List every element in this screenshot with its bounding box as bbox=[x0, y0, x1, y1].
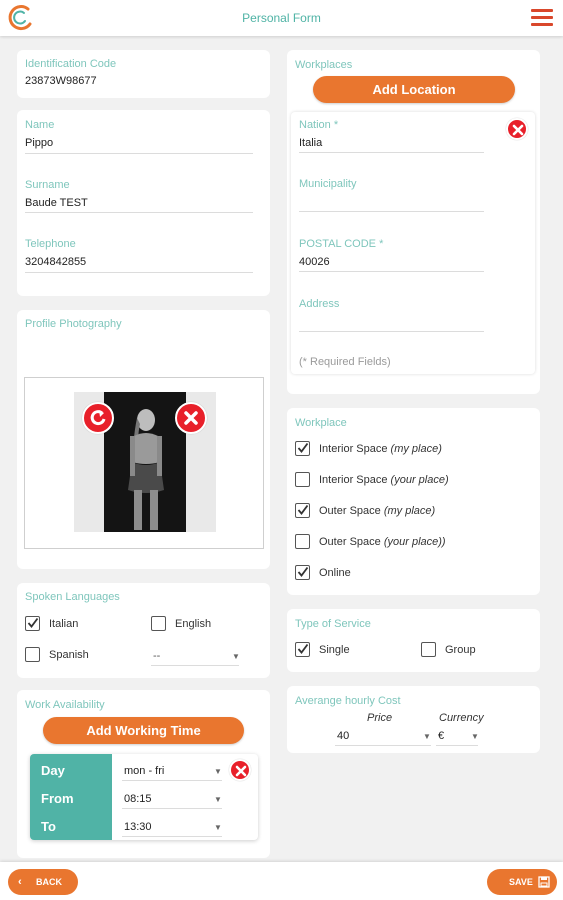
price-label: Price bbox=[367, 712, 393, 724]
from-select-arrow-icon: ▼ bbox=[214, 795, 222, 804]
surname-label: Surname bbox=[25, 179, 70, 191]
address-label: Address bbox=[299, 298, 340, 310]
single-label: Single bbox=[319, 644, 350, 656]
day-select[interactable]: mon - fri bbox=[124, 765, 164, 777]
outer-your-place-checkbox[interactable] bbox=[295, 534, 310, 549]
bottom-bar: ‹ BACK SAVE bbox=[0, 862, 563, 900]
postal-code-label: POSTAL CODE * bbox=[299, 238, 384, 250]
municipality-label: Municipality bbox=[299, 178, 357, 190]
profile-photo-image bbox=[104, 392, 186, 532]
add-location-button[interactable]: Add Location bbox=[313, 76, 515, 103]
to-label: To bbox=[41, 819, 56, 834]
currency-select[interactable]: € bbox=[438, 730, 444, 742]
currency-arrow-icon: ▼ bbox=[471, 732, 479, 741]
to-select-arrow-icon: ▼ bbox=[214, 823, 222, 832]
from-select[interactable]: 08:15 bbox=[124, 793, 152, 805]
top-bar: Personal Form bbox=[0, 0, 563, 36]
telephone-underline bbox=[25, 272, 253, 273]
spanish-checkbox[interactable] bbox=[25, 647, 40, 662]
remove-working-time-icon[interactable] bbox=[229, 759, 251, 781]
currency-label: Currency bbox=[439, 712, 484, 724]
to-select[interactable]: 13:30 bbox=[124, 821, 152, 833]
remove-location-icon[interactable] bbox=[506, 118, 528, 140]
interior-my-place-checkbox[interactable] bbox=[295, 441, 310, 456]
surname-underline bbox=[25, 212, 253, 213]
outer-my-place-label: Outer Space (my place) bbox=[319, 505, 436, 517]
surname-field[interactable]: Baude TEST bbox=[25, 197, 88, 209]
working-time-entry: Day From To mon - fri ▼ 08:15 ▼ 13:30 ▼ bbox=[30, 754, 258, 840]
price-field[interactable]: 40 bbox=[337, 730, 349, 742]
profile-photo-label: Profile Photography bbox=[25, 318, 122, 330]
spanish-label: Spanish bbox=[49, 649, 89, 661]
workplace-type-card: Workplace Interior Space (my place) Inte… bbox=[287, 408, 540, 595]
from-label: From bbox=[41, 791, 74, 806]
telephone-field[interactable]: 3204842855 bbox=[25, 256, 86, 268]
photo-frame bbox=[24, 377, 264, 549]
hourly-cost-card: Averange hourly Cost Price Currency 40 ▼… bbox=[287, 686, 540, 753]
profile-photo-card: Profile Photography bbox=[17, 310, 270, 569]
single-checkbox[interactable] bbox=[295, 642, 310, 657]
english-checkbox[interactable] bbox=[151, 616, 166, 631]
other-language-select[interactable]: -- bbox=[153, 650, 160, 662]
interior-your-place-checkbox[interactable] bbox=[295, 472, 310, 487]
remove-photo-icon[interactable] bbox=[175, 402, 207, 434]
personal-details-card: Name Pippo Surname Baude TEST Telephone … bbox=[17, 110, 270, 296]
save-label: SAVE bbox=[509, 877, 533, 887]
floppy-disk-icon bbox=[538, 876, 550, 890]
online-checkbox[interactable] bbox=[295, 565, 310, 580]
name-underline bbox=[25, 153, 253, 154]
group-checkbox[interactable] bbox=[421, 642, 436, 657]
hamburger-menu-icon[interactable] bbox=[531, 9, 553, 27]
name-label: Name bbox=[25, 119, 55, 131]
interior-my-place-label: Interior Space (my place) bbox=[319, 443, 442, 455]
type-of-service-card: Type of Service Single Group bbox=[287, 609, 540, 672]
spoken-languages-card: Spoken Languages Italian English Spanish… bbox=[17, 583, 270, 678]
postal-code-field[interactable]: 40026 bbox=[299, 256, 330, 268]
online-label: Online bbox=[319, 567, 351, 579]
back-chevron-icon: ‹ bbox=[18, 876, 22, 888]
identification-value: 23873W98677 bbox=[25, 75, 97, 87]
english-label: English bbox=[175, 618, 212, 630]
italian-checkbox[interactable] bbox=[25, 616, 40, 631]
add-working-time-button[interactable]: Add Working Time bbox=[43, 717, 244, 744]
name-field[interactable]: Pippo bbox=[25, 137, 53, 149]
identification-label: Identification Code bbox=[25, 58, 117, 70]
workplaces-card: Workplaces Add Location Nation * Italia … bbox=[287, 50, 540, 394]
workplaces-label: Workplaces bbox=[295, 59, 353, 71]
day-label: Day bbox=[41, 763, 65, 778]
back-button[interactable]: ‹ BACK bbox=[8, 869, 78, 895]
required-fields-note: (* Required Fields) bbox=[299, 356, 391, 368]
nation-field[interactable]: Italia bbox=[299, 137, 322, 149]
type-of-service-label: Type of Service bbox=[295, 618, 371, 630]
save-button[interactable]: SAVE bbox=[487, 869, 557, 895]
italian-label: Italian bbox=[49, 618, 79, 630]
price-arrow-icon: ▼ bbox=[423, 732, 431, 741]
outer-your-place-label: Outer Space (your place)) bbox=[319, 536, 446, 548]
work-availability-label: Work Availability bbox=[25, 699, 105, 711]
location-entry: Nation * Italia Municipality POSTAL CODE… bbox=[291, 112, 535, 374]
nation-label: Nation * bbox=[299, 119, 339, 131]
back-label: BACK bbox=[36, 877, 62, 887]
work-availability-card: Work Availability Add Working Time Day F… bbox=[17, 690, 270, 858]
rotate-photo-icon[interactable] bbox=[82, 402, 114, 434]
day-select-arrow-icon: ▼ bbox=[214, 767, 222, 776]
interior-your-place-label: Interior Space (your place) bbox=[319, 474, 449, 486]
page-title: Personal Form bbox=[242, 11, 321, 25]
hourly-cost-label: Averange hourly Cost bbox=[295, 695, 401, 707]
outer-my-place-checkbox[interactable] bbox=[295, 503, 310, 518]
spoken-languages-label: Spoken Languages bbox=[25, 591, 120, 603]
workplace-type-label: Workplace bbox=[295, 417, 347, 429]
group-label: Group bbox=[445, 644, 476, 656]
telephone-label: Telephone bbox=[25, 238, 76, 250]
select-arrow-icon: ▼ bbox=[232, 652, 240, 661]
identification-card: Identification Code 23873W98677 bbox=[17, 50, 270, 98]
